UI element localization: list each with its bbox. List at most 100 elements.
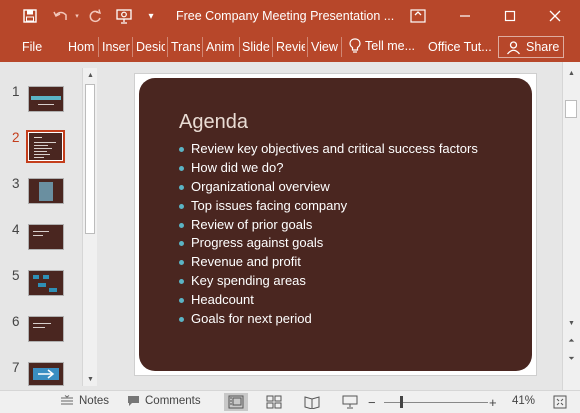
minimize-icon[interactable] <box>450 5 480 27</box>
bullet-item: Progress against goals <box>179 234 478 253</box>
tab-file[interactable]: File <box>22 40 42 54</box>
tab-separator <box>167 37 168 57</box>
bullet-item: Goals for next period <box>179 310 478 329</box>
document-title: Free Company Meeting Presentation ... <box>176 9 395 23</box>
tell-me-label: Tell me... <box>365 39 416 53</box>
thumb-text-line <box>34 157 44 158</box>
slide-thumbnail[interactable] <box>28 224 64 250</box>
slide-editing-area: Agenda Review key objectives and critica… <box>103 62 562 390</box>
comments-button[interactable]: Comments <box>127 395 201 407</box>
slide-thumbnail-pane: 1 2 3 4 5 6 7 ▲ ▼ <box>0 62 100 390</box>
current-slide[interactable]: Agenda Review key objectives and critica… <box>139 78 532 371</box>
tab-review[interactable]: Revie <box>276 40 305 54</box>
tell-me-box[interactable]: Tell me... <box>349 38 415 54</box>
thumb-text-line <box>33 327 45 328</box>
bullet-item: How did we do? <box>179 159 478 178</box>
tab-insert[interactable]: Inser <box>102 40 130 54</box>
tab-separator <box>132 37 133 57</box>
zoom-out-icon[interactable]: − <box>368 395 376 410</box>
thumb-org-box <box>43 275 49 279</box>
slide-number: 4 <box>12 222 20 237</box>
slide-sorter-icon <box>266 395 282 409</box>
normal-view-icon <box>228 395 244 409</box>
tab-office-tutorial[interactable]: Office Tut... <box>428 40 494 54</box>
thumbnail-slide-6[interactable]: 6 <box>0 314 82 354</box>
present-icon[interactable] <box>113 5 135 27</box>
scroll-up-icon[interactable]: ▲ <box>83 68 98 82</box>
tab-home[interactable]: Hom <box>68 40 96 54</box>
normal-view-button[interactable] <box>224 393 248 411</box>
tab-separator <box>272 37 273 57</box>
previous-slide-icon[interactable]: ⏶ <box>564 334 579 348</box>
undo-icon[interactable] <box>50 5 72 27</box>
bullet-item: Organizational overview <box>179 178 478 197</box>
tab-separator <box>98 37 99 57</box>
thumbnail-slide-5[interactable]: 5 <box>0 268 82 308</box>
thumbnail-slide-2[interactable]: 2 <box>0 130 82 170</box>
thumbnail-scrollbar[interactable]: ▲ ▼ <box>82 68 97 386</box>
slide-thumbnail[interactable] <box>28 86 64 112</box>
thumb-text-line <box>33 323 51 324</box>
thumbnail-slide-4[interactable]: 4 <box>0 222 82 262</box>
main-scrollbar[interactable]: ▲ ▼ ⏶ ⏷ <box>562 62 580 390</box>
tab-animations[interactable]: Anim <box>206 40 237 54</box>
thumb-text-line <box>33 231 49 232</box>
slide-thumbnail-active[interactable] <box>26 130 65 163</box>
slide-number: 5 <box>12 268 20 283</box>
zoom-level[interactable]: 41% <box>512 395 535 407</box>
thumb-text-line <box>34 137 42 138</box>
slide-title[interactable]: Agenda <box>179 111 248 134</box>
undo-dropdown-icon[interactable]: ▾ <box>72 5 82 27</box>
slide-thumbnail[interactable] <box>28 362 64 386</box>
tab-slide-show[interactable]: Slide <box>242 40 270 54</box>
scrollbar-thumb[interactable] <box>565 100 577 118</box>
thumb-text-line <box>34 154 50 155</box>
thumb-text-line <box>33 235 43 236</box>
slide-thumbnail[interactable] <box>28 316 64 342</box>
ribbon-display-icon[interactable] <box>403 5 433 27</box>
slide-thumbnail[interactable] <box>28 178 64 204</box>
scroll-down-icon[interactable]: ▼ <box>83 372 98 386</box>
slide-sorter-button[interactable] <box>262 393 286 411</box>
zoom-in-icon[interactable]: + <box>489 395 497 410</box>
share-label: Share <box>526 40 560 54</box>
title-bar: ▾ ▾ Free Company Meeting Presentation ..… <box>0 0 580 33</box>
comment-icon <box>128 396 139 406</box>
redo-icon[interactable] <box>86 5 104 27</box>
share-button[interactable]: Share <box>498 36 564 58</box>
reading-view-button[interactable] <box>300 393 324 411</box>
next-slide-icon[interactable]: ⏷ <box>564 352 579 366</box>
tab-separator <box>341 37 342 57</box>
thumbnail-slide-1[interactable]: 1 <box>0 84 82 124</box>
tab-design[interactable]: Desic <box>136 40 165 54</box>
maximize-icon[interactable] <box>495 5 525 27</box>
thumb-org-box <box>38 283 46 287</box>
thumb-text-line <box>38 104 54 105</box>
notes-button[interactable]: Notes <box>60 395 109 407</box>
agenda-bullet-list[interactable]: Review key objectives and critical succe… <box>179 140 478 329</box>
scroll-up-icon[interactable]: ▲ <box>564 66 579 80</box>
tab-transitions[interactable]: Trans <box>171 40 200 54</box>
slide-number: 2 <box>12 130 20 145</box>
scroll-down-icon[interactable]: ▼ <box>564 316 579 330</box>
slide-show-icon <box>342 395 358 409</box>
bullet-item: Review of prior goals <box>179 216 478 235</box>
customize-qat-icon[interactable]: ▾ <box>145 5 157 27</box>
slide-number: 1 <box>12 84 20 99</box>
notes-icon <box>61 395 73 405</box>
slide-number: 6 <box>12 314 20 329</box>
save-icon[interactable] <box>20 5 40 27</box>
thumb-org-box <box>33 275 39 279</box>
thumbnail-slide-3[interactable]: 3 <box>0 176 82 216</box>
slide-show-button[interactable] <box>338 393 362 411</box>
tab-view[interactable]: View <box>311 40 339 54</box>
arrow-right-icon <box>38 369 55 379</box>
slide-number: 3 <box>12 176 20 191</box>
close-icon[interactable] <box>540 5 570 27</box>
person-icon <box>506 40 521 54</box>
slide-thumbnail[interactable] <box>28 270 64 296</box>
zoom-slider-thumb[interactable] <box>400 396 403 408</box>
fit-slide-button[interactable] <box>548 393 572 411</box>
scrollbar-thumb[interactable] <box>85 84 95 234</box>
thumb-org-box <box>49 288 57 292</box>
